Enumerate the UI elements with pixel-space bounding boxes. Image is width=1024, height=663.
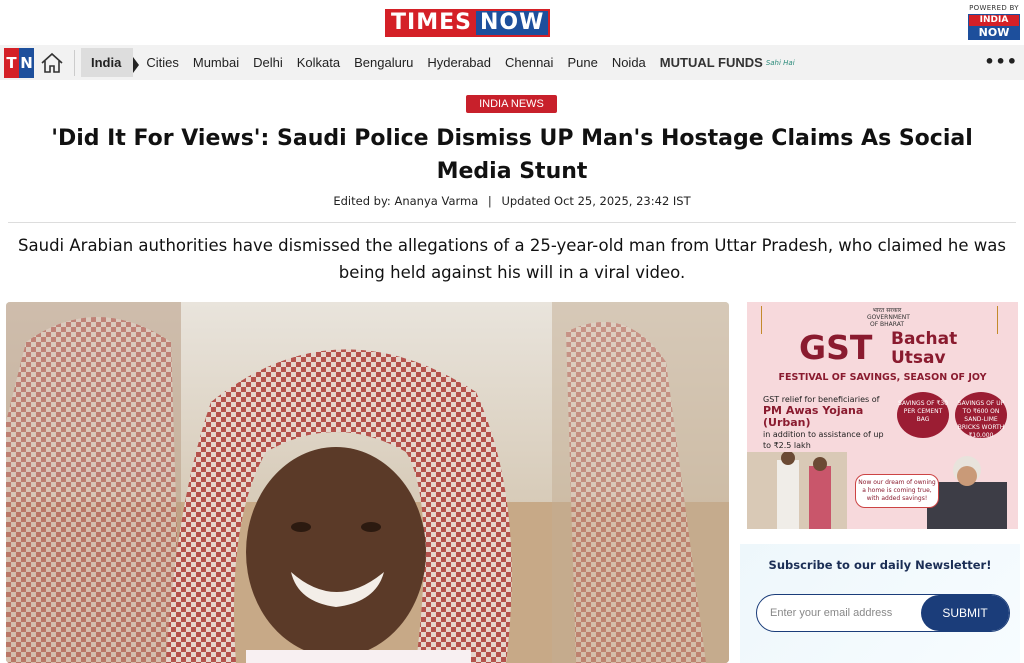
ad-relief-line3: in addition to assistance of up to ₹2.5 … [763, 430, 884, 450]
ad-utsav-text: Utsav [891, 348, 946, 368]
ad-relief-text: GST relief for beneficiaries of PM Awas … [763, 394, 893, 451]
byline-separator: | [487, 194, 492, 208]
article-headline: 'Did It For Views': Saudi Police Dismiss… [51, 126, 973, 184]
nav-item-cities[interactable]: Cities [139, 55, 186, 70]
powered-by-label: POWERED BY [969, 4, 1019, 12]
nav-item-delhi[interactable]: Delhi [246, 55, 290, 70]
nav-item-kolkata[interactable]: Kolkata [290, 55, 347, 70]
ad-savings-coin-cement: SAVINGS OF ₹30 PER CEMENT BAG [897, 392, 949, 438]
newsletter-submit-button[interactable]: SUBMIT [921, 595, 1009, 631]
ad-testimonial-quote: Now our dream of owning a home is coming… [855, 474, 939, 508]
edited-by-label: Edited by: [333, 194, 391, 208]
ad-relief-line1: GST relief [763, 395, 802, 404]
ad-gst-text: GST [799, 328, 873, 367]
more-menu-icon[interactable]: ••• [984, 54, 1018, 70]
nav-item-noida[interactable]: Noida [605, 55, 653, 70]
gst-bachat-utsav-ad[interactable]: भारत सरकार GOVERNMENT OF BHARAT GST Bach… [747, 302, 1018, 529]
newsletter-title: Subscribe to our daily Newsletter! [768, 558, 992, 572]
site-header: TIMES NOW POWERED BY INDIA NOW [0, 0, 1024, 44]
india-now-logo-bottom: NOW [969, 26, 1019, 39]
nav-item-mutual-funds[interactable]: MUTUAL FUNDS [653, 55, 770, 70]
newsletter-email-field[interactable]: Enter your email address SUBMIT [756, 594, 1010, 632]
article-hero-image[interactable] [6, 302, 729, 663]
tn-logo[interactable]: T N [4, 47, 34, 78]
nav-item-hyderabad[interactable]: Hyderabad [420, 55, 498, 70]
article-summary: Saudi Arabian authorities have dismissed… [18, 236, 1006, 282]
powered-by-badge[interactable]: POWERED BY INDIA NOW [968, 4, 1020, 40]
ad-festival-tagline: FESTIVAL OF SAVINGS, SEASON OF JOY [778, 372, 987, 383]
lamp-decoration-right [997, 306, 1011, 334]
india-now-logo: INDIA NOW [968, 14, 1020, 40]
government-emblem: भारत सरकार GOVERNMENT OF BHARAT [867, 307, 910, 328]
tn-logo-n: N [19, 47, 34, 78]
main-nav: T N India Cities Mumbai Delhi Kolkata Be… [0, 45, 1024, 80]
nav-item-pune[interactable]: Pune [560, 55, 604, 70]
nav-divider [74, 49, 75, 76]
newsletter-signup: Subscribe to our daily Newsletter! Enter… [740, 544, 1020, 663]
newsletter-email-placeholder[interactable]: Enter your email address [770, 607, 892, 619]
nav-item-mumbai[interactable]: Mumbai [186, 55, 246, 70]
nav-item-bengaluru[interactable]: Bengaluru [347, 55, 420, 70]
ad-bachat-utsav: Bachat Utsav [891, 330, 957, 368]
ad-bachat-text: Bachat [891, 329, 958, 349]
lamp-decoration-left [761, 306, 775, 334]
header-divider [8, 222, 1016, 223]
tn-logo-t: T [4, 47, 19, 78]
ad-savings-coin-bricks: SAVINGS OF UP TO ₹600 ON SAND-LIME BRICK… [955, 392, 1007, 439]
nav-item-india[interactable]: India [81, 48, 140, 77]
article-byline: Edited by: Ananya Varma | Updated Oct 25… [0, 194, 1024, 208]
mutual-funds-tagline: Sahi Hai [765, 58, 795, 67]
editor-name[interactable]: Ananya Varma [394, 194, 478, 208]
ad-relief-scheme: PM Awas Yojana (Urban) [763, 404, 864, 429]
nav-item-chennai[interactable]: Chennai [498, 55, 560, 70]
ad-relief-line2: for beneficiaries of [804, 395, 880, 404]
times-now-logo[interactable]: TIMES NOW [385, 9, 551, 37]
updated-timestamp: Updated Oct 25, 2025, 23:42 IST [501, 194, 691, 208]
logo-now-text: NOW [475, 11, 549, 35]
category-badge[interactable]: INDIA NEWS [466, 95, 557, 113]
logo-times-text: TIMES [387, 11, 476, 35]
home-icon[interactable] [38, 49, 66, 77]
india-now-logo-top: INDIA [969, 15, 1019, 26]
